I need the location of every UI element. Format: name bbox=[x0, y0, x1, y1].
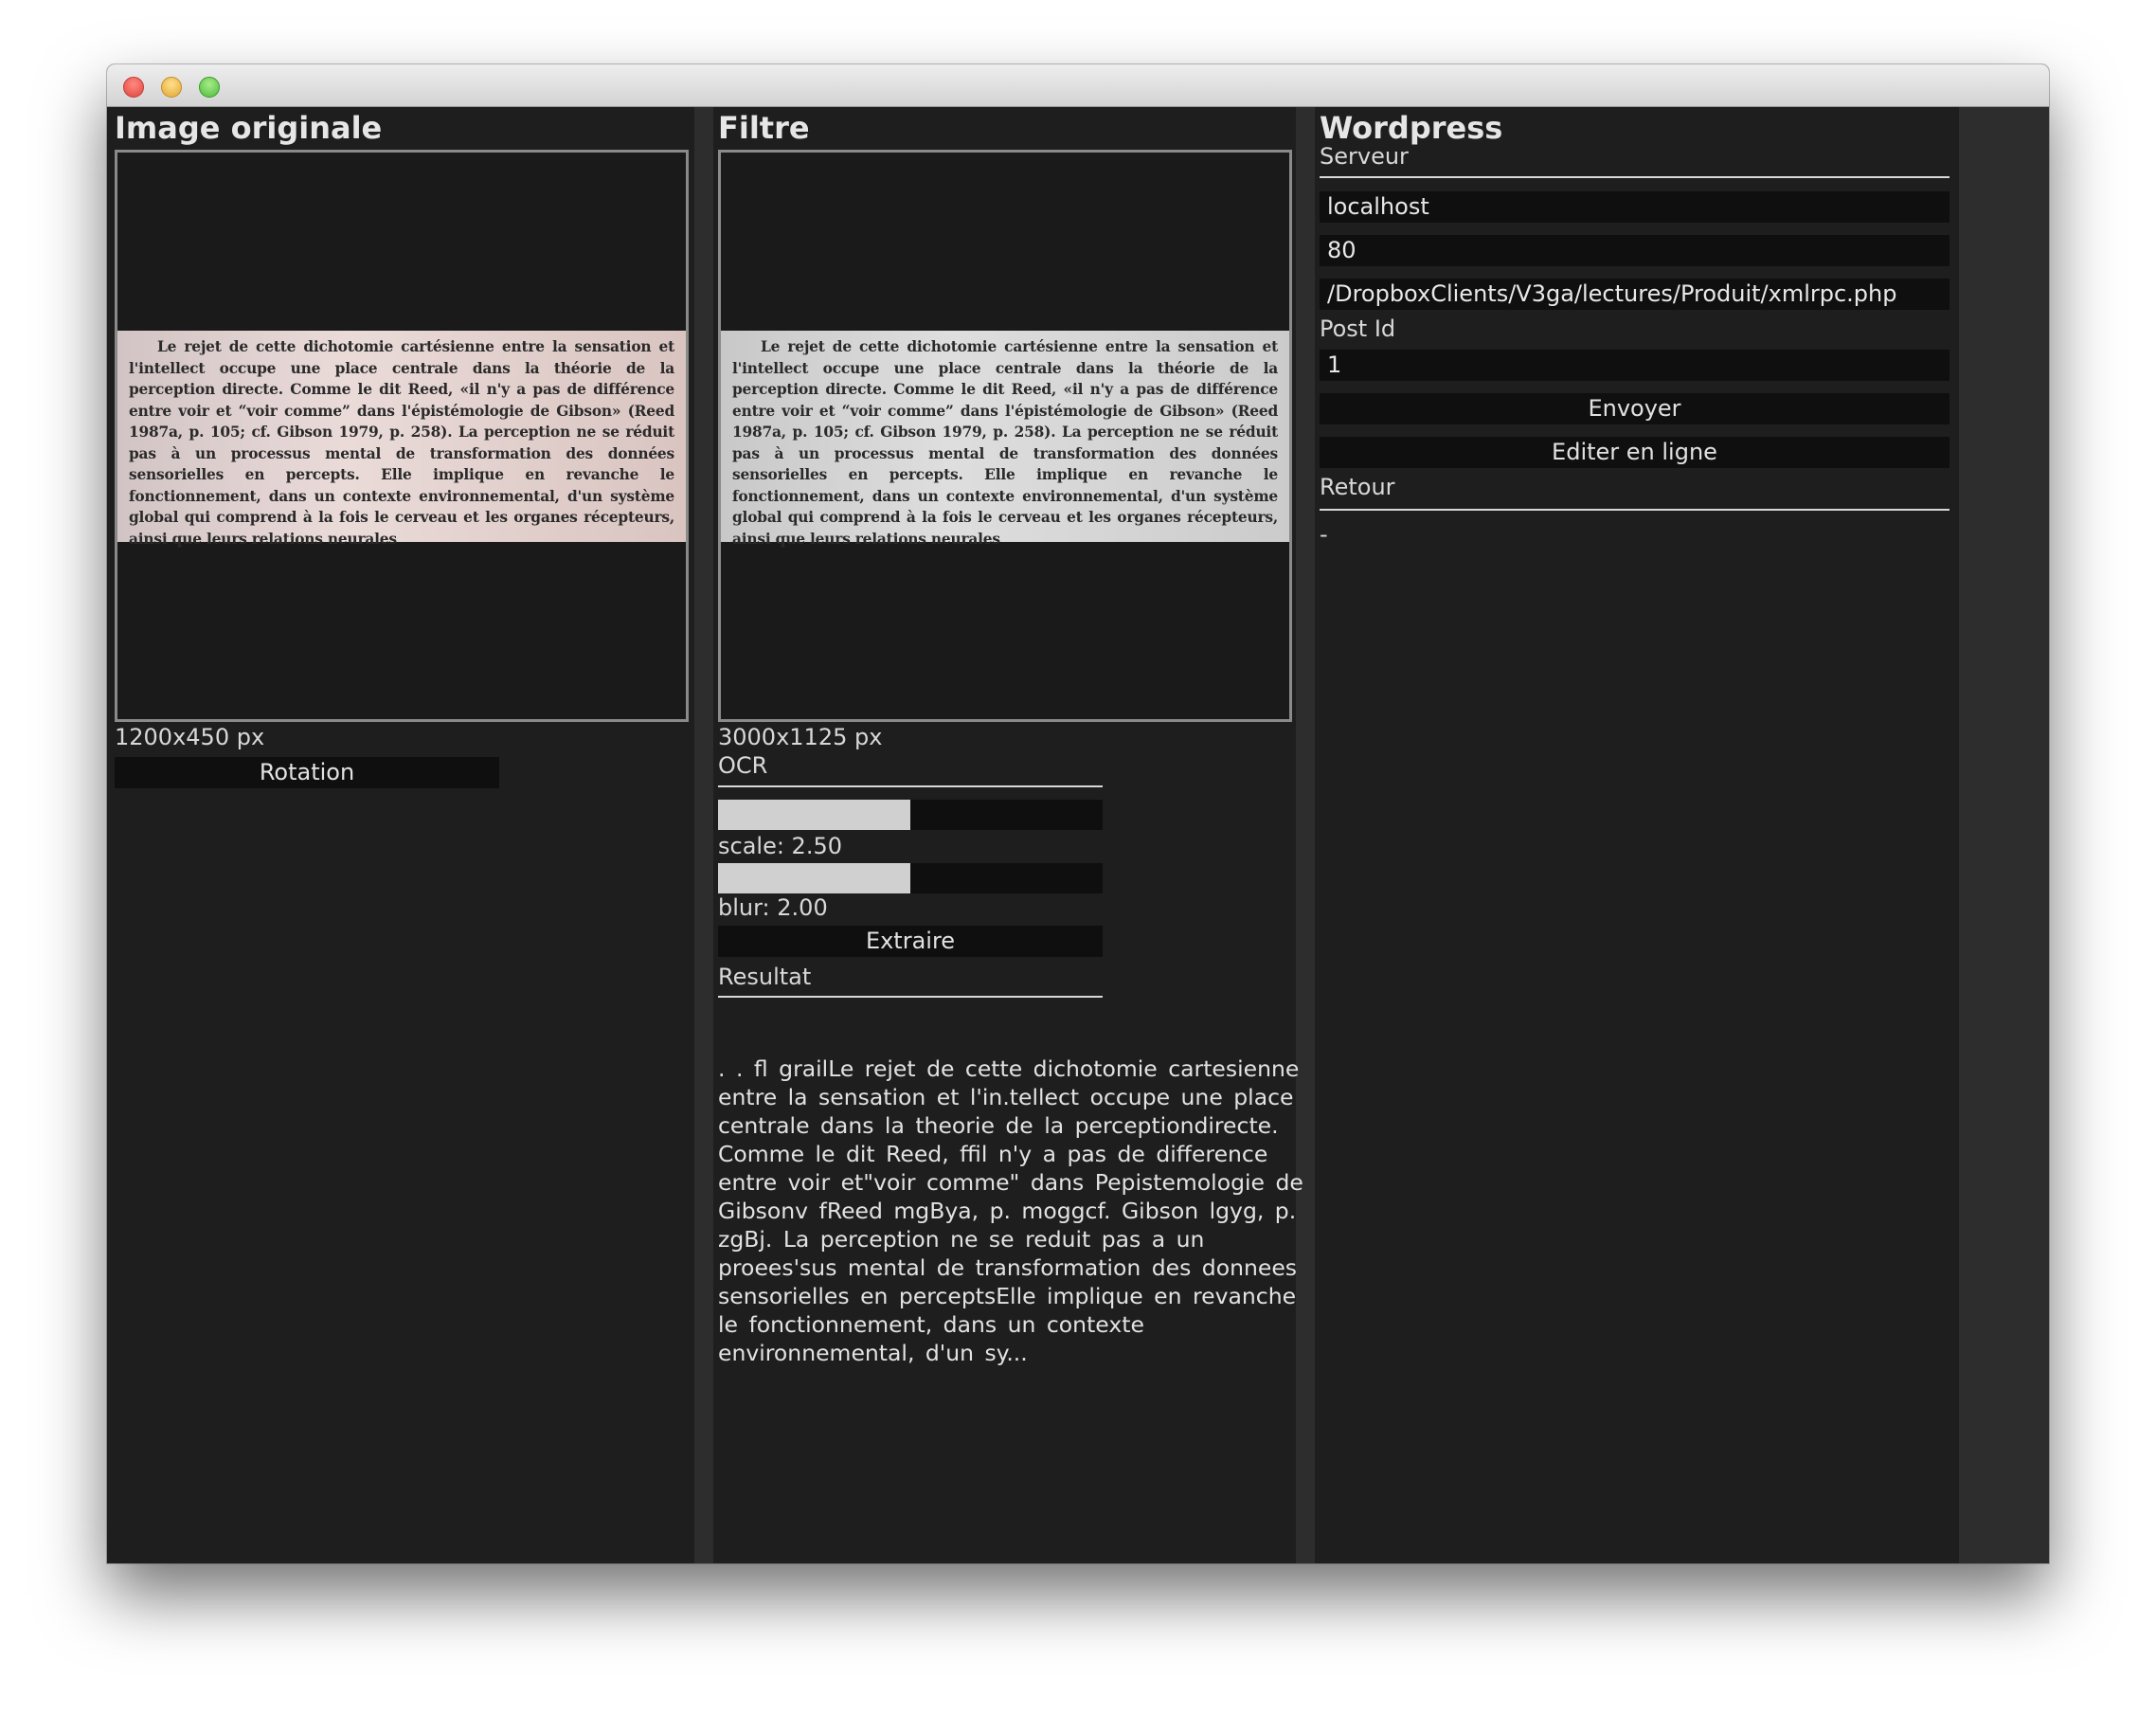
blur-label: blur: 2.00 bbox=[718, 894, 828, 921]
blur-slider[interactable] bbox=[718, 863, 1103, 893]
content-area: Image originale Le rejet de cette dichot… bbox=[107, 107, 2049, 1563]
original-image-title: Image originale bbox=[115, 110, 383, 146]
extract-button[interactable]: Extraire bbox=[718, 926, 1103, 957]
scale-slider-fill bbox=[718, 800, 910, 830]
column-divider bbox=[694, 107, 713, 1563]
scale-slider[interactable] bbox=[718, 800, 1103, 830]
send-button[interactable]: Envoyer bbox=[1320, 393, 1949, 424]
original-size-label: 1200x450 px bbox=[115, 724, 265, 750]
filtered-image-preview: Le rejet de cette dichotomie cartésienne… bbox=[718, 150, 1292, 722]
document-text: Le rejet de cette dichotomie cartésienne… bbox=[732, 338, 1278, 548]
wordpress-title: Wordpress bbox=[1320, 110, 1503, 146]
minimize-button[interactable] bbox=[161, 77, 182, 98]
server-section-label: Serveur bbox=[1320, 143, 1409, 170]
app-window: Image originale Le rejet de cette dichot… bbox=[107, 64, 2049, 1563]
ocr-divider bbox=[718, 785, 1103, 787]
filtered-size-label: 3000x1125 px bbox=[718, 724, 883, 750]
result-divider bbox=[718, 996, 1103, 998]
return-divider bbox=[1320, 509, 1949, 511]
right-margin bbox=[1959, 107, 2049, 1563]
return-value: - bbox=[1320, 521, 1328, 548]
post-id-field[interactable]: 1 bbox=[1320, 350, 1949, 381]
post-id-label: Post Id bbox=[1320, 316, 1396, 342]
ocr-section-label: OCR bbox=[718, 752, 768, 779]
ocr-result-text: . . fl grailLe rejet de cette dichotomie… bbox=[718, 1055, 1303, 1366]
host-field[interactable]: localhost bbox=[1320, 191, 1949, 223]
close-button[interactable] bbox=[123, 77, 144, 98]
endpoint-path-field[interactable]: /DropboxClients/V3ga/lectures/Produit/xm… bbox=[1320, 279, 1949, 310]
zoom-button[interactable] bbox=[199, 77, 220, 98]
filter-title: Filtre bbox=[718, 110, 810, 146]
filtered-document-image: Le rejet de cette dichotomie cartésienne… bbox=[721, 331, 1289, 548]
port-field[interactable]: 80 bbox=[1320, 235, 1949, 266]
return-section-label: Retour bbox=[1320, 474, 1395, 500]
rotation-button[interactable]: Rotation bbox=[115, 757, 499, 788]
titlebar bbox=[107, 64, 2049, 107]
original-document-image: Le rejet de cette dichotomie cartésienne… bbox=[117, 331, 686, 548]
result-section-label: Resultat bbox=[718, 964, 812, 990]
scale-label: scale: 2.50 bbox=[718, 833, 842, 859]
original-image-preview: Le rejet de cette dichotomie cartésienne… bbox=[115, 150, 689, 722]
edit-online-button[interactable]: Editer en ligne bbox=[1320, 437, 1949, 468]
document-text: Le rejet de cette dichotomie cartésienne… bbox=[129, 338, 674, 548]
blur-slider-fill bbox=[718, 863, 910, 893]
server-divider bbox=[1320, 176, 1949, 178]
